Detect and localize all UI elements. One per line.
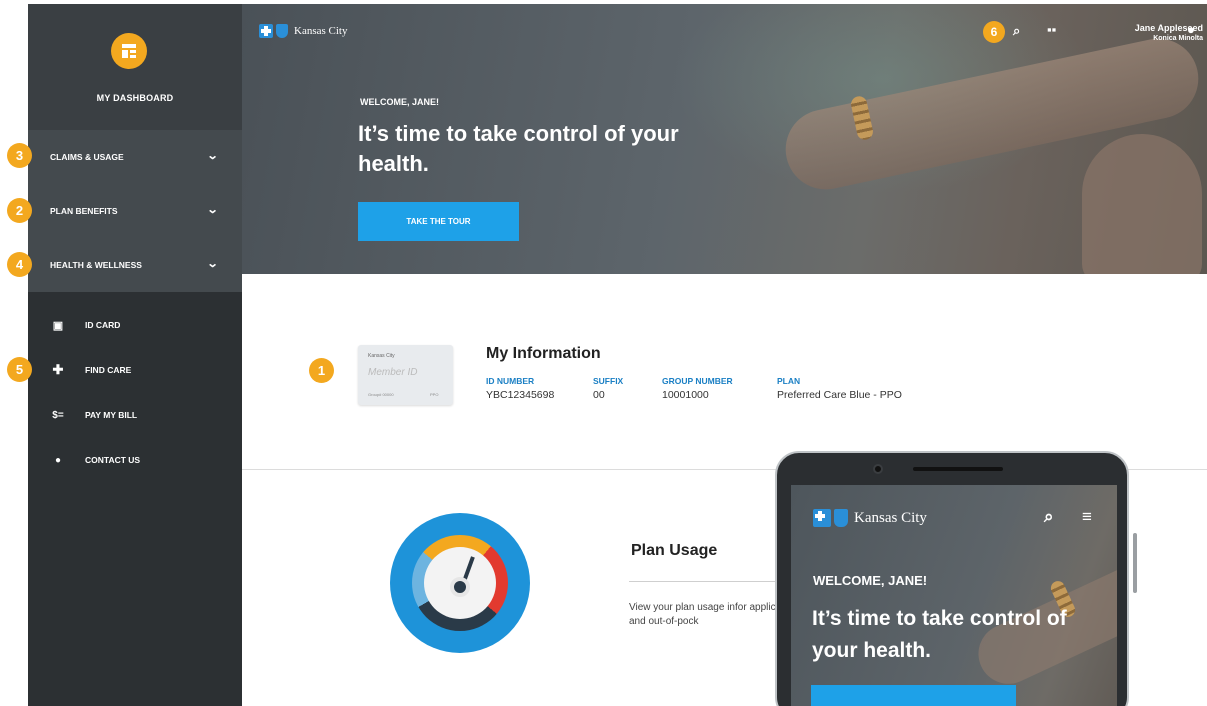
phone-speaker: [913, 467, 1003, 471]
sidebar-item-health-wellness[interactable]: HEALTH & WELLNESS ⌄: [28, 238, 242, 292]
dashboard-icon: [111, 33, 147, 69]
mobile-headline: It’s time to take control of your health…: [812, 607, 1067, 662]
card-brand: Kansas City: [368, 353, 395, 359]
field-value: 10001000: [662, 389, 709, 401]
mobile-brand-name: Kansas City: [854, 509, 927, 526]
id-card-icon: ▣: [52, 319, 64, 332]
mobile-brand-logo[interactable]: Kansas City: [813, 509, 927, 527]
dashboard-label: MY DASHBOARD: [96, 93, 174, 103]
user-name[interactable]: Jane Appleseed: [1081, 23, 1203, 33]
mobile-screen: Kansas City ⌕ ≡ WELCOME, JANE! It’s time…: [791, 485, 1117, 706]
sidebar-item-pay-my-bill[interactable]: $= PAY MY BILL: [28, 404, 242, 426]
dollar-icon: $=: [52, 409, 64, 421]
sidebar-item-id-card[interactable]: ▣ ID CARD: [28, 314, 242, 336]
callout-badge-1: 1: [309, 358, 334, 383]
search-icon[interactable]: ⌕: [1013, 23, 1020, 39]
plus-icon: ✚: [52, 362, 64, 377]
sidebar-item-find-care[interactable]: ✚ FIND CARE: [28, 359, 242, 381]
callout-badge-5: 5: [7, 357, 32, 382]
sidebar-item-label: PAY MY BILL: [85, 410, 138, 420]
plan-usage-description: View your plan usage infor applicable) a…: [629, 602, 798, 627]
chevron-down-icon: ⌄: [206, 150, 219, 162]
field-label: GROUP NUMBER: [662, 376, 733, 386]
field-value: YBC12345698: [486, 389, 555, 401]
hero-headline: It’s time to take control of your health…: [358, 121, 679, 176]
sidebar-menu: CLAIMS & USAGE ⌄ PLAN BENEFITS ⌄ HEALTH …: [28, 130, 242, 292]
sidebar-item-label: ID CARD: [85, 320, 121, 330]
my-information-title: My Information: [486, 345, 601, 362]
blue-cross-icon: [813, 509, 831, 527]
blue-shield-icon: [834, 509, 848, 527]
chevron-down-icon: ⌄: [206, 258, 219, 270]
field-label: ID NUMBER: [486, 376, 535, 386]
sidebar-item-plan-benefits[interactable]: PLAN BENEFITS ⌄: [28, 184, 242, 238]
phone-side-button: [1133, 533, 1137, 593]
sidebar-item-claims-usage[interactable]: CLAIMS & USAGE ⌄: [28, 130, 242, 184]
mobile-phone-mockup: Kansas City ⌕ ≡ WELCOME, JANE! It’s time…: [775, 451, 1137, 706]
sidebar: MY DASHBOARD CLAIMS & USAGE ⌄ PLAN BENEF…: [28, 4, 242, 706]
card-ppo: PPO: [430, 392, 439, 397]
dashboard-link[interactable]: MY DASHBOARD: [28, 4, 242, 130]
card-member-id: Member ID: [368, 367, 418, 378]
callout-badge-3: 3: [7, 143, 32, 168]
field-label: SUFFIX: [593, 376, 624, 386]
mobile-welcome-text: WELCOME, JANE!: [813, 573, 928, 588]
welcome-text: WELCOME, JANE!: [360, 97, 440, 107]
group-number-field: GROUP NUMBER 10001000: [662, 376, 733, 401]
sidebar-item-label: FIND CARE: [85, 365, 132, 375]
field-label: PLAN: [777, 376, 801, 386]
sidebar-item-label: PLAN BENEFITS: [50, 206, 118, 216]
callout-badge-2: 2: [7, 198, 32, 223]
sidebar-item-contact-us[interactable]: ● CONTACT US: [28, 449, 242, 471]
app-frame: MY DASHBOARD CLAIMS & USAGE ⌄ PLAN BENEF…: [28, 4, 1207, 706]
sidebar-item-label: CONTACT US: [85, 455, 141, 465]
card-group: Group# 00000: [368, 392, 394, 397]
chevron-down-icon: ⌄: [206, 204, 219, 216]
mobile-take-the-tour-button[interactable]: [811, 685, 1016, 706]
apps-grid-icon[interactable]: ▪▪: [1047, 22, 1056, 37]
callout-badge-6: 6: [983, 21, 1005, 43]
callout-badge-4: 4: [7, 252, 32, 277]
plan-usage-title: Plan Usage: [631, 542, 718, 559]
field-value: 00: [593, 389, 605, 401]
take-the-tour-button[interactable]: TAKE THE TOUR: [358, 202, 519, 241]
hero-banner: Kansas City WELCOME, JANE! It’s time to …: [242, 4, 1207, 274]
brand-logo[interactable]: Kansas City: [259, 24, 347, 38]
plan-field: PLAN Preferred Care Blue - PPO: [777, 376, 902, 401]
brand-name: Kansas City: [294, 25, 348, 37]
location-pin-icon: ●: [54, 454, 62, 466]
sidebar-item-label: CLAIMS & USAGE: [50, 152, 124, 162]
phone-camera: [873, 464, 883, 474]
speedometer-icon: [390, 513, 530, 653]
suffix-field: SUFFIX 00: [593, 376, 623, 401]
id-number-field: ID NUMBER YBC12345698: [486, 376, 554, 401]
hamburger-menu-icon[interactable]: ≡: [1082, 507, 1092, 527]
sidebar-item-label: HEALTH & WELLNESS: [50, 260, 142, 270]
user-org: Konica Minolta: [1153, 35, 1203, 42]
mobile-search-icon[interactable]: ⌕: [1044, 507, 1054, 527]
id-card-thumbnail[interactable]: Kansas City Member ID Group# 00000 PPO: [358, 345, 453, 405]
user-avatar-icon[interactable]: ●: [1187, 22, 1195, 37]
blue-shield-icon: [276, 24, 288, 38]
field-value: Preferred Care Blue - PPO: [777, 389, 902, 401]
blue-cross-icon: [259, 24, 273, 38]
